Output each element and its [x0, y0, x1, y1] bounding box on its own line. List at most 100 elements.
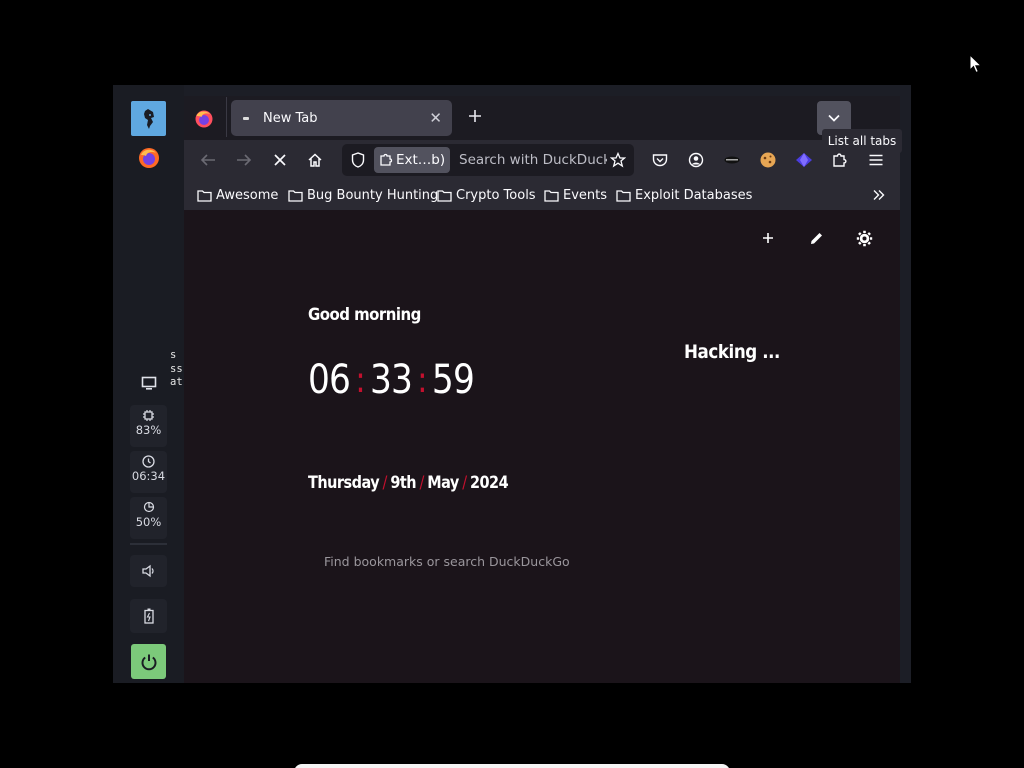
gear-icon [856, 230, 872, 246]
volume-button[interactable] [130, 555, 167, 587]
stop-x-icon [274, 154, 286, 166]
extension-cookie-button[interactable] [756, 148, 780, 172]
speaker-icon [141, 564, 154, 578]
tracking-shield-icon[interactable] [346, 148, 370, 172]
tab-bar: New Tab ✕ [184, 85, 900, 140]
date-separator: / [382, 473, 388, 493]
launcher-button[interactable] [131, 101, 166, 136]
bookmark-label: Awesome [216, 187, 279, 203]
date-display: Thursday/9th / May/2024 [308, 473, 509, 493]
folder-icon [616, 189, 631, 202]
date-separator: / [419, 473, 424, 493]
cpu-usage-widget[interactable]: 83% [130, 405, 167, 447]
date-year: 2024 [469, 473, 509, 493]
firefox-icon [195, 110, 213, 128]
date-weekday: Thursday [308, 473, 380, 493]
plus-icon [469, 110, 481, 122]
dock-divider [130, 543, 167, 545]
battery-icon [143, 608, 154, 624]
date-separator: / [462, 473, 467, 493]
close-icon[interactable]: ✕ [429, 109, 442, 127]
star-icon [610, 152, 626, 168]
puzzle-icon [833, 153, 847, 167]
memory-value: 50% [135, 515, 162, 529]
new-tab-page: Good morning Hacking ... 06 : 33 : 59 Th… [184, 210, 900, 683]
bookmark-label: Bug Bounty Hunting [307, 187, 439, 203]
edit-button[interactable] [806, 228, 826, 248]
terminal-fragment: s ss at [170, 349, 183, 388]
hamburger-menu-icon [869, 154, 883, 166]
bookmark-folder-bug-bounty-hunting[interactable]: Bug Bounty Hunting [288, 186, 438, 204]
firefox-view-button[interactable] [194, 109, 214, 129]
date-month: May [427, 473, 459, 493]
home-button[interactable] [303, 148, 327, 172]
clock-hours: 06 [308, 357, 351, 403]
mouse-pointer-icon [969, 54, 983, 74]
cookie-icon [760, 152, 776, 168]
clock-widget[interactable]: 06:34 [130, 451, 167, 493]
battery-button[interactable] [130, 599, 167, 633]
power-icon [141, 654, 156, 670]
back-button[interactable] [196, 148, 220, 172]
pocket-icon [652, 154, 668, 167]
gem-icon [796, 153, 812, 167]
extension-gem-button[interactable] [792, 148, 816, 172]
memory-usage-widget[interactable]: 50% [130, 497, 167, 539]
cpu-icon [130, 405, 167, 423]
extension-chip-label: Ext…b) [396, 152, 446, 168]
clock-seconds: 59 [431, 357, 475, 403]
account-button[interactable] [684, 148, 708, 172]
new-tab-button[interactable] [464, 107, 486, 129]
folder-icon [197, 189, 212, 202]
pocket-button[interactable] [648, 148, 672, 172]
tab-divider [226, 97, 227, 137]
bookmark-label: Events [563, 187, 608, 203]
bookmark-folder-crypto-tools[interactable]: Crypto Tools [437, 186, 536, 204]
clock-icon [130, 451, 167, 469]
bookmark-folder-events[interactable]: Events [544, 186, 607, 204]
pie-icon [130, 497, 167, 515]
bookmark-folder-exploit-databases[interactable]: Exploit Databases [616, 186, 752, 204]
bookmark-folder-awesome[interactable]: Awesome [197, 186, 278, 204]
date-day: 9th [390, 473, 417, 493]
monitor-icon [141, 376, 156, 390]
clock-value: 06:34 [131, 469, 166, 483]
folder-icon [288, 189, 303, 202]
settings-button[interactable] [854, 228, 874, 248]
search-input[interactable]: Find bookmarks or search DuckDuckGo [324, 554, 570, 569]
firefox-icon [138, 148, 159, 168]
large-clock: 06 : 33 : 59 [308, 357, 475, 403]
extension-identity-chip[interactable]: Ext…b) [374, 147, 450, 173]
greeting-text: Good morning [308, 305, 421, 325]
puzzle-icon [380, 153, 393, 166]
pencil-icon [810, 232, 822, 244]
power-button[interactable] [131, 644, 166, 679]
firefox-dock-button[interactable] [131, 143, 166, 173]
tagline-text: Hacking ... [684, 341, 780, 363]
arrow-right-icon [237, 154, 252, 166]
tab-favicon-icon [243, 116, 249, 120]
bookmark-star-button[interactable] [606, 148, 630, 172]
arrow-left-icon [200, 154, 215, 166]
add-shortcut-button[interactable] [758, 228, 778, 248]
clock-separator: : [417, 359, 427, 401]
stop-button[interactable] [268, 148, 292, 172]
bookmarks-overflow-button[interactable] [872, 186, 890, 204]
cat-head-icon [143, 108, 154, 129]
extension-mask-button[interactable] [720, 148, 744, 172]
display-button[interactable] [131, 372, 166, 394]
desktop: 83% 06:34 50% s ss at New Tab ✕ Ext…b) S… [0, 0, 1024, 768]
folder-icon [437, 189, 452, 202]
taskbar-edge [294, 764, 730, 768]
double-chevron-right-icon [873, 190, 885, 200]
tab-new-tab[interactable]: New Tab ✕ [231, 100, 452, 136]
bookmarks-toolbar: Awesome Bug Bounty Hunting Crypto Tools … [184, 180, 900, 210]
list-all-tabs-tooltip: List all tabs [822, 129, 902, 153]
clock-separator: : [355, 359, 365, 401]
url-bar[interactable]: Ext…b) Search with DuckDuckGo [342, 144, 634, 176]
forward-button[interactable] [232, 148, 256, 172]
titlebar-strip [184, 85, 900, 96]
mask-icon [724, 156, 740, 164]
url-input-placeholder[interactable]: Search with DuckDuckGo [459, 144, 607, 176]
bookmark-label: Crypto Tools [456, 187, 536, 203]
